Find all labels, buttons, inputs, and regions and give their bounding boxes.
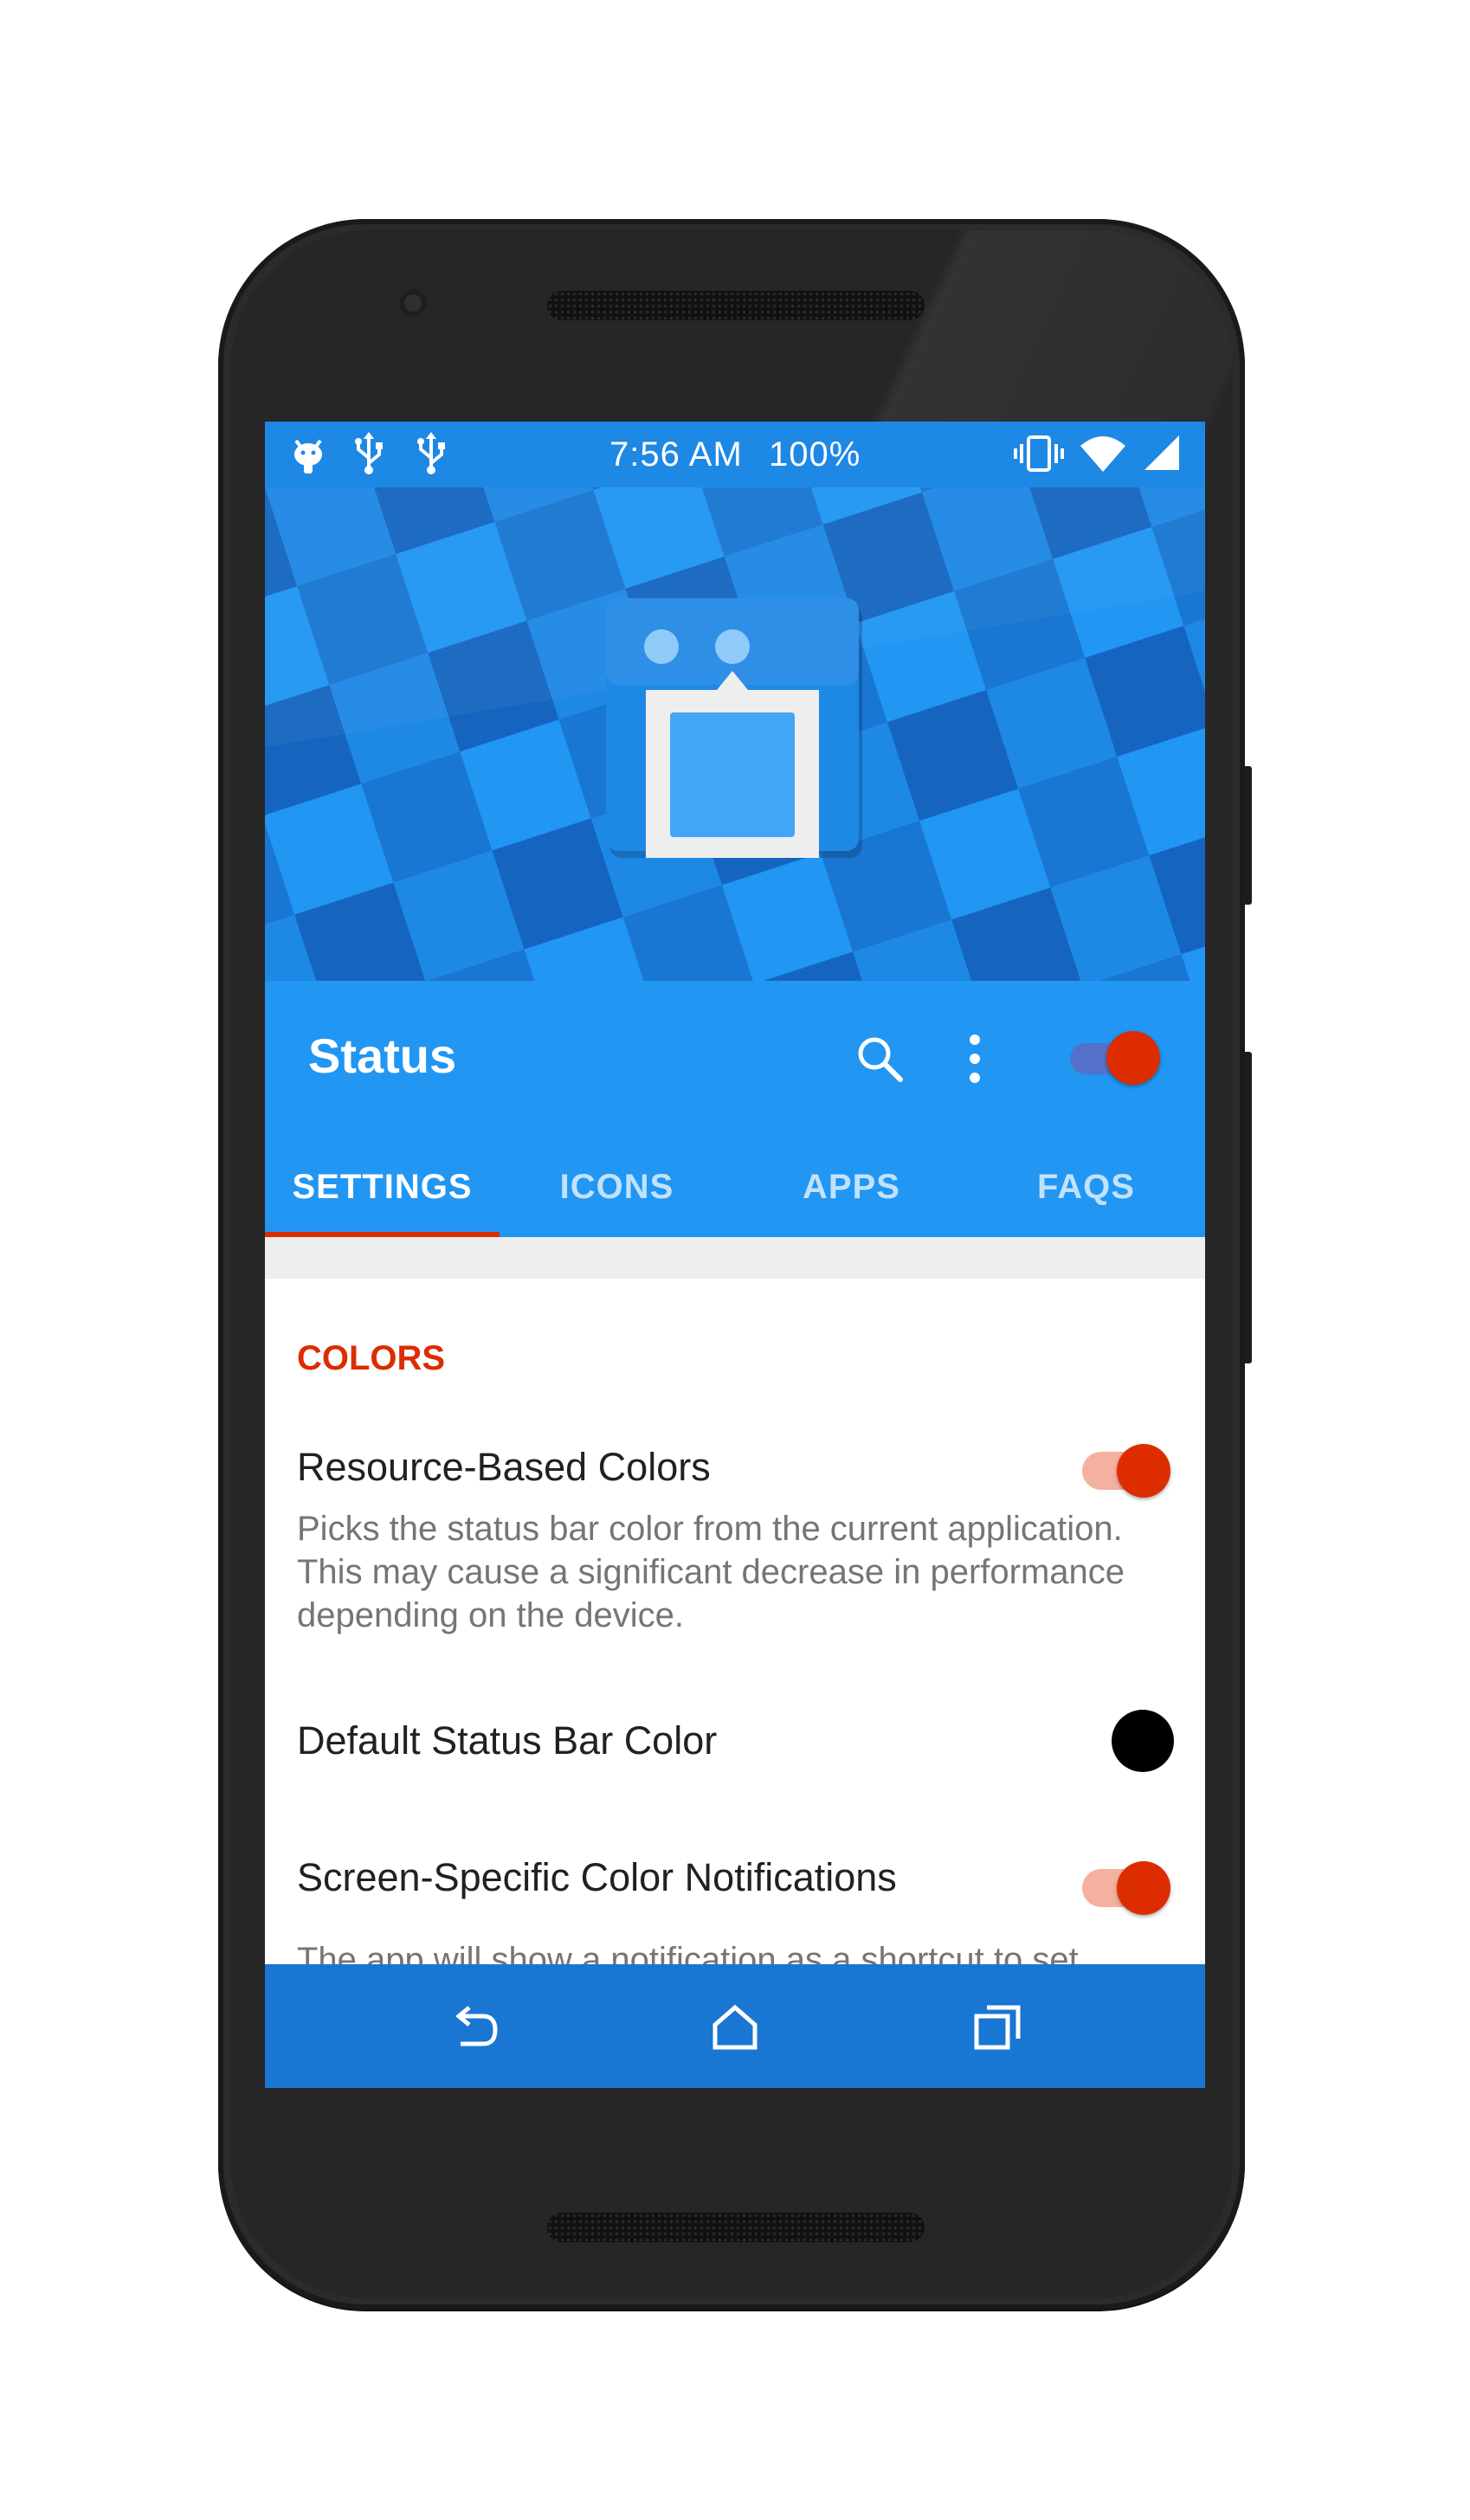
- front-camera: [399, 289, 427, 317]
- content-divider: [265, 1237, 1205, 1279]
- screen-notifications-switch[interactable]: [1082, 1861, 1170, 1915]
- back-icon[interactable]: [448, 2004, 500, 2053]
- home-icon[interactable]: [710, 2002, 760, 2053]
- section-header-colors: COLORS: [297, 1339, 446, 1377]
- pref-description: Picks the status bar color from the curr…: [297, 1510, 1125, 1634]
- app-logo-icon: [606, 598, 862, 858]
- navigation-bar: [265, 1964, 1205, 2088]
- cell-signal-icon: [1144, 435, 1179, 470]
- master-switch-thumb: [1106, 1031, 1160, 1085]
- resource-colors-switch[interactable]: [1082, 1444, 1170, 1498]
- usb-icon: [417, 432, 445, 474]
- search-icon[interactable]: [854, 1033, 906, 1085]
- recents-icon[interactable]: [973, 2004, 1022, 2053]
- volume-button: [1243, 766, 1252, 905]
- tab-apps[interactable]: APPS: [734, 1137, 969, 1237]
- pref-title: Screen-Specific Color Notifications: [297, 1855, 897, 1899]
- status-time: 7:56 AM: [609, 435, 743, 474]
- tab-icons[interactable]: ICONS: [500, 1137, 734, 1237]
- tab-faqs[interactable]: FAQS: [969, 1137, 1203, 1237]
- master-switch[interactable]: [1070, 1031, 1160, 1085]
- more-vert-icon[interactable]: [964, 1031, 985, 1086]
- page-title: Status: [308, 1028, 457, 1083]
- pref-resource-based-colors[interactable]: Resource-Based Colors Picks the status b…: [265, 1426, 1205, 1660]
- pref-title: Resource-Based Colors: [297, 1445, 711, 1489]
- vibrate-icon: [1014, 435, 1064, 472]
- bottom-speaker: [547, 2213, 925, 2242]
- pref-default-status-bar-color[interactable]: Default Status Bar Color: [265, 1703, 1205, 1798]
- device-screen: 7:56 AM 100% Status SETTINGS ICONS APPS …: [265, 422, 1205, 2088]
- hero-header: [265, 487, 1205, 981]
- tab-settings[interactable]: SETTINGS: [265, 1137, 500, 1237]
- pref-description: The app will show a notification as a sh…: [297, 1941, 1079, 1964]
- power-button: [1243, 1052, 1252, 1363]
- pref-title: Default Status Bar Color: [297, 1718, 718, 1763]
- app-bar: Status: [265, 981, 1205, 1137]
- status-battery: 100%: [769, 435, 861, 474]
- top-speaker: [547, 291, 925, 320]
- android-debug-icon: [294, 439, 322, 474]
- color-swatch[interactable]: [1112, 1710, 1174, 1772]
- pref-screen-specific-notifications[interactable]: Screen-Specific Color Notifications The …: [265, 1841, 1205, 1964]
- wifi-icon: [1080, 436, 1125, 472]
- usb-icon: [355, 432, 383, 474]
- switch-thumb: [1117, 1444, 1170, 1498]
- switch-thumb: [1117, 1861, 1170, 1915]
- status-bar: 7:56 AM 100%: [265, 422, 1205, 487]
- tab-bar: SETTINGS ICONS APPS FAQS: [265, 1137, 1205, 1237]
